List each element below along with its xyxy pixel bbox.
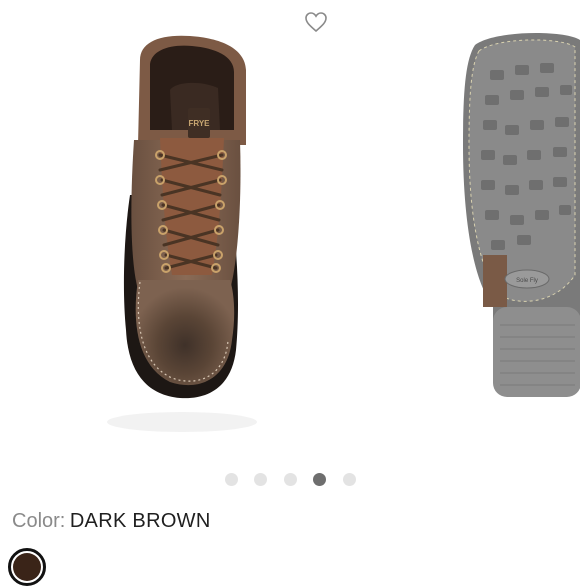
- sole-logo-text: Sole Fly: [516, 278, 538, 284]
- color-swatch-fill: [13, 553, 41, 581]
- color-swatch-selected[interactable]: [8, 548, 46, 586]
- color-value: DARK BROWN: [69, 510, 211, 532]
- carousel-dot-4[interactable]: [313, 473, 326, 486]
- product-image-boot-top-view: FRYE: [107, 35, 257, 432]
- carousel-dot-3[interactable]: [283, 473, 297, 486]
- product-image-carousel[interactable]: FRYE Sole Fly: [0, 0, 580, 460]
- color-label: Color:: [12, 510, 66, 532]
- carousel-dot-2[interactable]: [254, 473, 267, 486]
- carousel-pagination: [0, 470, 580, 488]
- color-selection-label: Color: DARK BROWN: [12, 510, 211, 534]
- favorite-button[interactable]: [304, 11, 328, 33]
- carousel-dot-1[interactable]: [224, 473, 238, 486]
- heart-outline-icon: [305, 12, 327, 33]
- product-image-boot-sole-view: Sole Fly: [463, 33, 580, 398]
- carousel-dot-5[interactable]: [342, 473, 356, 486]
- brand-tag-text: FRYE: [188, 119, 210, 128]
